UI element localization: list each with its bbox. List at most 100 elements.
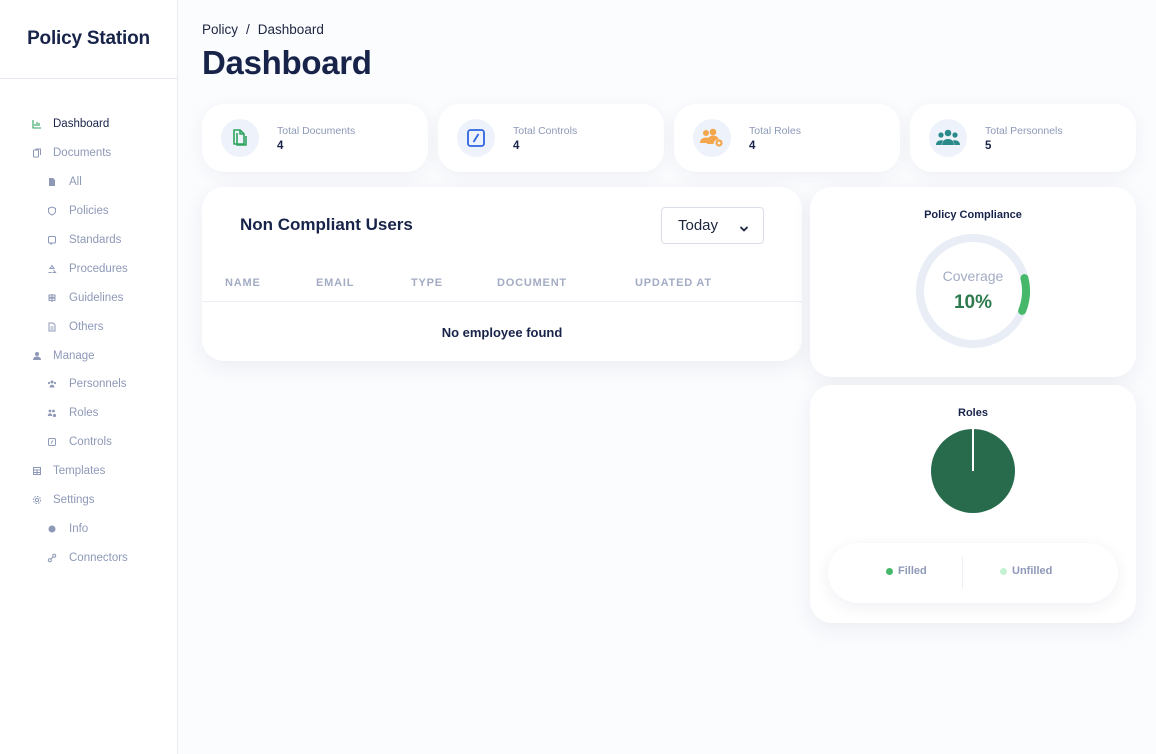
sidebar-item-connectors[interactable]: Connectors: [0, 543, 178, 572]
coverage-gauge: Coverage 10%: [916, 234, 1030, 348]
user-icon: [32, 351, 42, 361]
sidebar-item-label: Settings: [53, 494, 95, 507]
template-icon: [32, 466, 42, 476]
sidebar-item-label: Others: [69, 320, 104, 333]
gauge-progress: [916, 234, 1030, 348]
chart-icon: [32, 119, 42, 129]
column-header-type[interactable]: TYPE: [411, 277, 443, 289]
sidebar-item-label: Policies: [69, 205, 109, 218]
empty-state-message: No employee found: [441, 325, 563, 340]
stat-card-controls[interactable]: Total Controls 4: [438, 104, 664, 172]
breadcrumb-parent[interactable]: Policy: [202, 22, 238, 37]
slash-square-icon: [457, 119, 495, 157]
users-icon: [47, 379, 57, 389]
sidebar-item-manage[interactable]: Manage: [0, 341, 178, 370]
sidebar-item-dashboard[interactable]: Dashboard: [0, 110, 178, 139]
stat-value: 5: [985, 139, 992, 152]
sidebar-item-label: Standards: [69, 234, 122, 246]
sidebar-item-settings[interactable]: Settings: [0, 486, 178, 515]
shield-icon: [47, 206, 57, 216]
sidebar-item-all[interactable]: All: [0, 168, 178, 197]
stat-label: Total Documents: [277, 124, 356, 137]
stat-card-personnels[interactable]: Total Personnels 5: [910, 104, 1136, 172]
signpost-icon: [47, 293, 57, 303]
policy-compliance-card: Policy Compliance Coverage 10%: [810, 187, 1136, 377]
documents-icon: [32, 148, 42, 158]
stat-value: 4: [513, 139, 520, 152]
column-header-document[interactable]: DOCUMENT: [497, 277, 567, 289]
roles-card: Roles Filled Unfilled: [810, 385, 1136, 623]
documents-copy-icon: [221, 119, 259, 157]
stat-label: Total Roles: [749, 124, 801, 137]
stat-value: 4: [277, 139, 284, 152]
sidebar-item-label: Manage: [53, 349, 95, 362]
sidebar-item-controls[interactable]: Controls: [0, 428, 178, 457]
gauge-track: [916, 234, 1030, 348]
breadcrumb-separator: /: [246, 22, 250, 37]
stat-card-roles[interactable]: Total Roles 4: [674, 104, 900, 172]
breadcrumb: Policy / Dashboard: [202, 22, 324, 37]
legend-item-unfilled[interactable]: Unfilled: [1000, 565, 1052, 577]
sidebar-item-label: Documents: [53, 147, 112, 160]
sidebar-item-policies[interactable]: Policies: [0, 197, 178, 226]
brand-name[interactable]: Policy Station: [27, 28, 150, 50]
bookmark-icon: [47, 235, 57, 245]
column-header-email[interactable]: EMAIL: [316, 277, 354, 289]
link-icon: [47, 553, 57, 563]
gauge-label: Coverage: [943, 268, 1004, 284]
legend-divider: [962, 557, 963, 589]
legend-item-filled[interactable]: Filled: [886, 565, 927, 577]
column-header-updated-at[interactable]: UPDATED AT: [635, 277, 712, 289]
roles-pie-chart: [931, 429, 1015, 513]
sidebar-item-procedures[interactable]: Procedures: [0, 254, 178, 283]
sidebar-item-label: Roles: [69, 407, 99, 420]
sidebar-item-label: Connectors: [69, 551, 128, 564]
sidebar-nav: Dashboard Documents All Policies Standards Pr…: [0, 110, 178, 572]
legend-dot: [1000, 567, 1007, 575]
gauge-value: 10%: [954, 292, 992, 313]
sidebar-item-label: Dashboard: [53, 118, 110, 131]
sidebar-item-info[interactable]: Info: [0, 514, 178, 543]
users-cog-icon: [693, 119, 731, 157]
chart-legend: Filled Unfilled: [828, 543, 1118, 603]
sidebar-item-label: Templates: [53, 465, 106, 478]
legend-dot: [886, 567, 893, 575]
sidebar-item-label: Controls: [69, 436, 112, 449]
stat-label: Total Controls: [513, 124, 578, 137]
sidebar-item-label: Procedures: [69, 262, 128, 275]
page-title: Dashboard: [202, 44, 372, 81]
users-cog-icon: [47, 408, 57, 418]
stat-label: Total Personnels: [985, 124, 1063, 137]
sidebar-item-label: Personnels: [69, 378, 127, 391]
sidebar-item-guidelines[interactable]: Guidelines: [0, 283, 178, 312]
sidebar-item-label: All: [69, 176, 82, 189]
users-icon: [929, 119, 967, 157]
recycle-icon: [47, 264, 57, 274]
breadcrumb-current: Dashboard: [257, 22, 324, 37]
date-filter-select[interactable]: Today: [661, 207, 764, 244]
brand: Policy Station: [0, 0, 177, 79]
panel-title: Non Compliant Users: [240, 215, 413, 234]
gear-icon: [32, 495, 42, 505]
sidebar-item-standards[interactable]: Standards: [0, 226, 178, 255]
column-header-name[interactable]: NAME: [225, 277, 261, 289]
file-icon: [47, 177, 57, 187]
legend-label: Filled: [898, 565, 927, 577]
chevron-down-icon: [739, 221, 749, 238]
non-compliant-users-panel: Non Compliant Users Today NAME EMAIL TYP…: [202, 187, 802, 361]
stat-value: 4: [749, 139, 756, 152]
sidebar-item-roles[interactable]: Roles: [0, 399, 178, 428]
date-filter-value: Today: [678, 217, 719, 234]
sidebar-item-label: Guidelines: [69, 291, 124, 304]
legend-label: Unfilled: [1012, 565, 1053, 577]
sidebar: Policy Station Dashboard Documents All Poli…: [0, 0, 178, 754]
stat-card-documents[interactable]: Total Documents 4: [202, 104, 428, 172]
sidebar-item-personnels[interactable]: Personnels: [0, 370, 178, 399]
sidebar-item-documents[interactable]: Documents: [0, 139, 178, 168]
info-icon: [47, 524, 57, 534]
sidebar-item-templates[interactable]: Templates: [0, 457, 178, 486]
file-text-icon: [47, 322, 57, 332]
sidebar-item-others[interactable]: Others: [0, 312, 178, 341]
control-icon: [47, 437, 57, 447]
table-header: NAME EMAIL TYPE DOCUMENT UPDATED AT: [202, 275, 802, 302]
